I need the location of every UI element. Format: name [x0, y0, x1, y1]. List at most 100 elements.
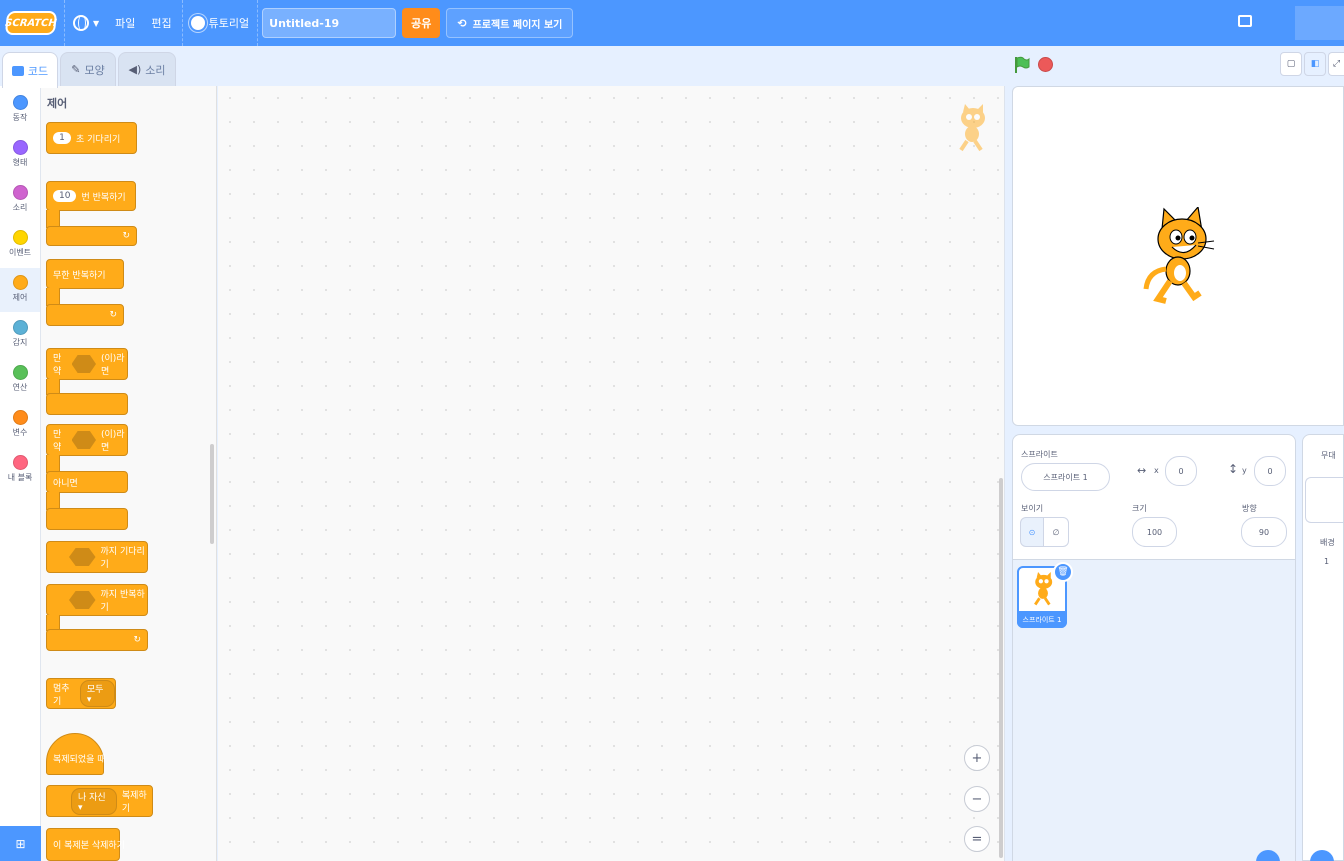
stage-backdrop-thumbnail[interactable] — [1305, 477, 1344, 523]
tab-sounds[interactable]: ◀) 소리 — [118, 52, 176, 86]
tab-code[interactable]: 코드 — [2, 52, 58, 88]
loop-arrow-icon: ↻ — [122, 231, 130, 241]
repeat-until-block[interactable]: 까지 반복하기 — [46, 584, 148, 616]
sprite-name-input[interactable]: 스프라이트 1 — [1021, 463, 1110, 491]
category-control[interactable]: 제어 — [0, 268, 40, 312]
delete-clone-block[interactable]: 이 복제본 삭제하기 — [46, 828, 125, 861]
category-motion[interactable]: 동작 — [0, 88, 40, 132]
share-button[interactable]: 공유 — [402, 8, 441, 38]
wait-seconds-input[interactable]: 1 — [53, 132, 71, 144]
account-menu[interactable] — [1295, 6, 1344, 40]
boolean-slot[interactable] — [69, 548, 96, 566]
globe-icon — [73, 15, 89, 31]
if-block-footer — [46, 393, 128, 415]
large-stage-button[interactable]: ◧ — [1304, 52, 1326, 76]
stop-sign-icon[interactable] — [1038, 57, 1053, 72]
tab-costumes[interactable]: ✎ 모양 — [60, 52, 116, 86]
direction-input[interactable]: 90 — [1241, 517, 1287, 547]
y-arrows-icon: ↕ — [1228, 462, 1239, 476]
language-menu[interactable]: ▼ — [65, 0, 107, 46]
x-arrows-icon: ↔ — [1137, 464, 1147, 477]
boolean-slot[interactable] — [71, 431, 96, 449]
zoom-reset-icon: = — [971, 831, 983, 847]
fullscreen-button[interactable]: ⤢ — [1328, 52, 1344, 76]
repeat-block[interactable]: 10 번 반복하기 — [46, 181, 136, 211]
my-stuff-folder-icon[interactable] — [1238, 15, 1252, 27]
sprite-thumbnail-name: 스프라이트 1 — [1017, 611, 1067, 628]
sprite-name-label: 스프라이트 — [1021, 450, 1058, 459]
category-label: 변수 — [12, 428, 28, 437]
sprite-cat-thumbnail-icon — [1034, 572, 1053, 606]
boolean-slot[interactable] — [71, 355, 96, 373]
category-dot-icon — [12, 185, 28, 200]
zoom-reset-button[interactable]: = — [964, 826, 990, 852]
green-flag-icon[interactable] — [1014, 56, 1030, 74]
forever-block[interactable]: 무한 반복하기 — [46, 259, 124, 289]
repeat-count-input[interactable]: 10 — [53, 190, 77, 202]
y-position-input[interactable]: 0 — [1254, 456, 1286, 486]
see-project-page-button[interactable]: ⟲ 프로젝트 페이지 보기 — [446, 8, 574, 38]
category-sound[interactable]: 소리 — [0, 178, 40, 222]
stop-option-dropdown[interactable]: 모두 ▾ — [79, 680, 115, 707]
edit-menu[interactable]: 편집 — [143, 0, 179, 46]
speaker-icon: ◀) — [128, 63, 142, 76]
category-dot-icon — [12, 455, 28, 470]
category-dot-icon — [12, 410, 28, 425]
size-label: 크기 — [1132, 504, 1147, 513]
category-variables[interactable]: 변수 — [0, 403, 40, 447]
hide-sprite-button[interactable]: ∅ — [1043, 517, 1069, 547]
backdrops-count: 1 — [1324, 557, 1330, 566]
block-text: 만약 — [53, 354, 62, 377]
large-stage-icon: ◧ — [1310, 59, 1320, 69]
category-operators[interactable]: 연산 — [0, 358, 40, 402]
create-clone-block[interactable]: 나 자신 ▾ 복제하기 — [46, 785, 153, 817]
direction-label: 방향 — [1242, 504, 1257, 513]
stage-pane-title: 무대 — [1321, 451, 1336, 460]
category-dot-icon — [12, 365, 28, 380]
boolean-slot[interactable] — [69, 591, 96, 609]
clone-target-dropdown[interactable]: 나 자신 ▾ — [71, 787, 117, 815]
block-text: 까지 기다리기 — [100, 547, 145, 570]
tutorials-label: 튜토리얼 — [208, 17, 250, 30]
forever-block-footer: ↻ — [46, 304, 124, 326]
category-sensing[interactable]: 감지 — [0, 313, 40, 357]
if-then-block[interactable]: 만약 (이)라면 — [46, 348, 128, 380]
project-title-input[interactable] — [262, 8, 397, 38]
tutorials-menu[interactable]: 튜토리얼 — [183, 0, 257, 46]
x-position-input[interactable]: 0 — [1165, 456, 1197, 486]
category-events[interactable]: 이벤트 — [0, 223, 40, 267]
sprite-cat-on-stage[interactable] — [1142, 207, 1216, 307]
zoom-in-icon: + — [971, 750, 983, 766]
size-input[interactable]: 100 — [1132, 517, 1177, 547]
block-text: 아니면 — [53, 478, 78, 489]
menu-divider — [257, 0, 259, 46]
if-else-block[interactable]: 만약 (이)라면 — [46, 424, 128, 456]
see-project-page-label: 프로젝트 페이지 보기 — [472, 19, 563, 31]
backdrops-label: 배경 — [1320, 538, 1335, 547]
delete-sprite-trash-icon[interactable]: 🗑 — [1053, 562, 1073, 582]
script-area[interactable] — [218, 86, 1005, 861]
small-stage-button[interactable]: ▢ — [1280, 52, 1302, 76]
category-label: 제어 — [12, 293, 28, 302]
category-my-blocks[interactable]: 내 블록 — [0, 448, 40, 492]
wait-until-block[interactable]: 까지 기다리기 — [46, 541, 148, 573]
y-label: y — [1242, 466, 1247, 475]
zoom-out-button[interactable]: − — [964, 786, 990, 812]
scratch-logo[interactable]: SCRATCH — [5, 11, 57, 35]
add-extension-button[interactable]: ⊞ — [0, 826, 41, 861]
block-text: 만약 — [53, 430, 62, 453]
zoom-out-icon: − — [971, 791, 983, 807]
category-dot-icon — [12, 275, 28, 290]
stage-target-pane[interactable]: 무대 배경 1 — [1302, 434, 1344, 861]
script-area-scrollbar[interactable] — [999, 478, 1003, 858]
category-label: 내 블록 — [7, 473, 33, 482]
palette-scrollbar[interactable] — [210, 444, 214, 544]
block-text: 멈추기 — [53, 683, 70, 707]
file-menu[interactable]: 파일 — [107, 0, 143, 46]
zoom-in-button[interactable]: + — [964, 745, 990, 771]
wait-seconds-block[interactable]: 1 초 기다리기 — [46, 122, 137, 154]
category-looks[interactable]: 형태 — [0, 133, 40, 177]
stop-block[interactable]: 멈추기 모두 ▾ — [46, 678, 116, 709]
show-sprite-button[interactable]: ⊙ — [1020, 517, 1044, 547]
block-text: 무한 반복하기 — [53, 270, 106, 281]
